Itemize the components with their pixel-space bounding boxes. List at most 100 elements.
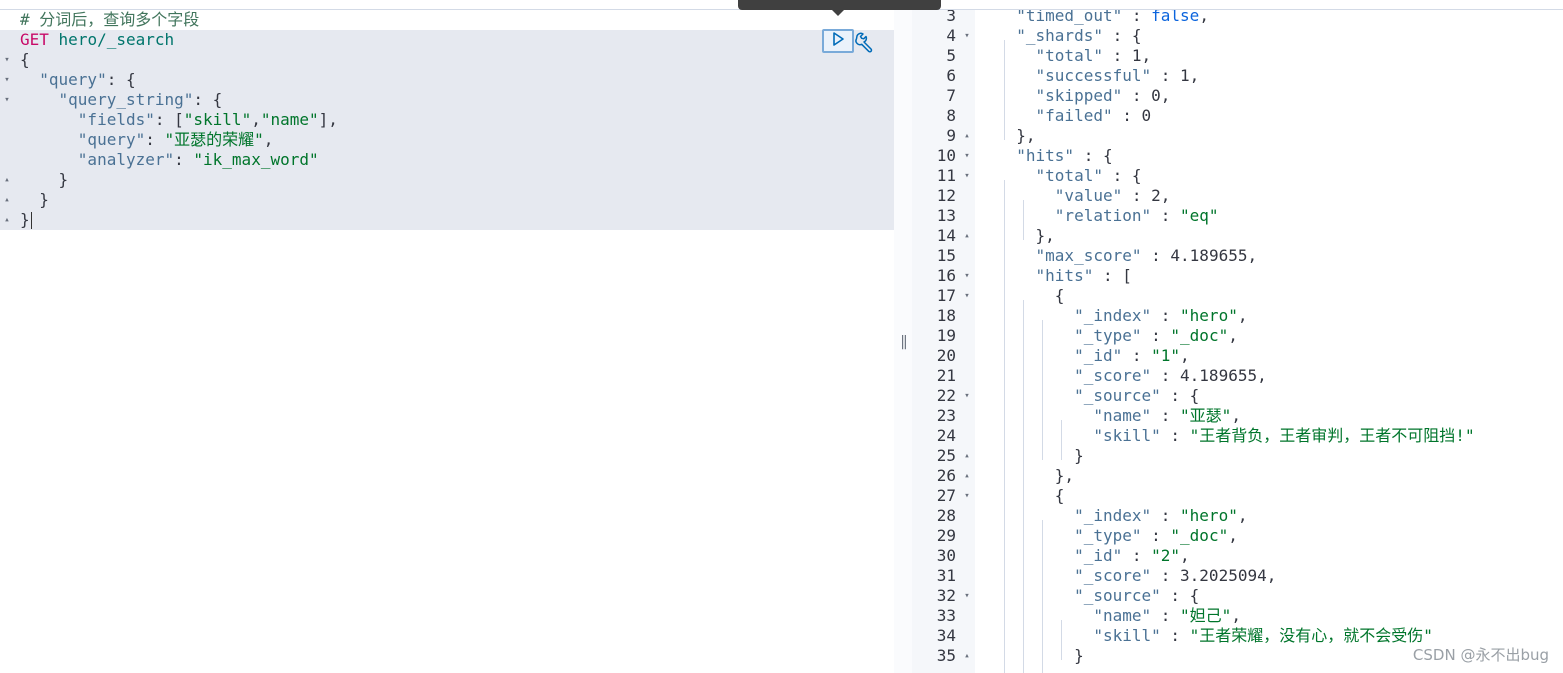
request-line[interactable]: ▾{ — [0, 50, 894, 70]
code-token-punc: , — [1231, 406, 1241, 425]
send-request-button[interactable] — [822, 29, 854, 53]
code-token-punc: } — [997, 446, 1084, 465]
code-token-key: "skill" — [1093, 626, 1161, 645]
code-token-punc: , — [1247, 246, 1258, 265]
code-token-punc: : — [1122, 346, 1152, 365]
line-code: "_type" : "_doc", — [997, 526, 1238, 546]
fold-toggle-icon[interactable]: ▴ — [2, 190, 12, 210]
line-number: 31 — [936, 566, 956, 585]
code-token-punc: { — [997, 486, 1065, 505]
code-token-punc: , — [1199, 10, 1209, 25]
code-token-punc: , — [1160, 186, 1171, 205]
request-options-button[interactable] — [853, 31, 875, 53]
code-token-punc: , — [251, 110, 261, 129]
code-token-punc — [20, 130, 78, 149]
request-line[interactable]: "query": "亚瑟的荣耀", — [0, 130, 894, 150]
code-token-punc: : { — [1102, 26, 1142, 45]
line-number: 11 — [936, 166, 956, 185]
fold-toggle-icon[interactable]: ▾ — [962, 266, 972, 286]
code-token-url: hero/_search — [58, 30, 175, 49]
code-token-punc: , — [1160, 86, 1171, 105]
response-line: 34 "skill" : "王者荣耀，没有心，就不会受伤" — [912, 626, 1563, 646]
fold-toggle-icon[interactable]: ▾ — [962, 146, 972, 166]
fold-toggle-icon[interactable]: ▾ — [962, 166, 972, 186]
line-code: "_source" : { — [997, 386, 1199, 406]
code-token-num: 3.2025094 — [1180, 566, 1267, 585]
code-token-punc: : [ — [154, 110, 184, 129]
code-token-punc: , — [1228, 326, 1238, 345]
fold-toggle-icon[interactable]: ▾ — [962, 286, 972, 306]
line-code: "name" : "亚瑟", — [997, 406, 1241, 426]
code-token-punc — [997, 626, 1093, 645]
request-line[interactable]: "fields": ["skill","name"], — [0, 110, 894, 130]
code-token-punc: , — [1141, 46, 1152, 65]
code-token-str: "妲己" — [1180, 606, 1232, 625]
code-token-punc: : { — [193, 90, 223, 109]
response-line: 27 ▾ { — [912, 486, 1563, 506]
code-token-punc — [997, 366, 1074, 385]
fold-toggle-icon[interactable]: ▴ — [2, 170, 12, 190]
fold-toggle-icon[interactable]: ▴ — [2, 210, 12, 230]
code-token-str: "eq" — [1180, 206, 1219, 225]
request-editor[interactable]: # 分词后，查询多个字段 GET hero/_search ▾{▾ "query":… — [0, 10, 894, 673]
code-token-punc: : — [1151, 506, 1181, 525]
line-number: 4 — [946, 26, 956, 45]
line-code: "max_score" : 4.189655, — [997, 246, 1258, 266]
line-number: 24 — [936, 426, 956, 445]
pane-resizer[interactable]: || — [894, 10, 912, 673]
fold-toggle-icon[interactable]: ▴ — [962, 446, 972, 466]
code-token-key: "_id" — [1074, 346, 1123, 365]
fold-toggle-icon[interactable]: ▴ — [962, 646, 972, 666]
code-token-punc: } — [997, 646, 1084, 665]
fold-toggle-icon[interactable]: ▴ — [962, 466, 972, 486]
line-code: "hits" : [ — [997, 266, 1132, 286]
line-code: "fields": ["skill","name"], — [20, 110, 338, 130]
fold-toggle-icon[interactable]: ▾ — [962, 486, 972, 506]
request-line[interactable]: GET hero/_search — [0, 30, 894, 50]
line-number: 35 — [936, 646, 956, 665]
fold-toggle-icon[interactable]: ▾ — [962, 586, 972, 606]
fold-toggle-icon[interactable]: ▾ — [2, 70, 12, 90]
response-line: 16 ▾ "hits" : [ — [912, 266, 1563, 286]
code-token-punc — [49, 30, 59, 49]
code-token-key: "name" — [1093, 606, 1152, 625]
response-viewer[interactable]: 3 "timed_out" : false, 4 ▾ "_shards" : {5 … — [912, 10, 1563, 673]
response-line: 15 "max_score" : 4.189655, — [912, 246, 1563, 266]
code-token-key: "query_string" — [58, 90, 194, 109]
code-token-punc: , — [1189, 66, 1200, 85]
line-code: } — [20, 210, 32, 230]
line-number: 3 — [946, 10, 956, 25]
code-token-punc: : — [1160, 426, 1190, 445]
line-code: { — [997, 286, 1065, 306]
request-line[interactable]: ▴} — [0, 210, 894, 230]
fold-toggle-icon[interactable]: ▾ — [2, 50, 12, 70]
code-token-punc — [997, 10, 1016, 25]
fold-toggle-icon[interactable]: ▾ — [962, 26, 972, 46]
request-line[interactable]: ▴ } — [0, 190, 894, 210]
response-line: 5 "total" : 1, — [912, 46, 1563, 66]
line-number: 30 — [936, 546, 956, 565]
fold-toggle-icon[interactable]: ▾ — [2, 90, 12, 110]
code-token-punc: : { — [106, 70, 136, 89]
request-line[interactable]: ▾ "query": { — [0, 70, 894, 90]
fold-toggle-icon[interactable]: ▴ — [962, 226, 972, 246]
request-line[interactable]: # 分词后，查询多个字段 — [0, 10, 894, 30]
fold-toggle-icon[interactable]: ▴ — [962, 126, 972, 146]
code-token-punc — [997, 306, 1074, 325]
fold-toggle-icon[interactable]: ▾ — [962, 386, 972, 406]
line-code: "value" : 2, — [997, 186, 1171, 206]
line-number: 26 — [936, 466, 956, 485]
request-line[interactable]: "analyzer": "ik_max_word" — [0, 150, 894, 170]
request-line[interactable]: ▾ "query_string": { — [0, 90, 894, 110]
code-token-key: "failed" — [1035, 106, 1113, 125]
request-line[interactable]: ▴ } — [0, 170, 894, 190]
code-token-str: "王者荣耀，没有心，就不会受伤" — [1189, 626, 1433, 645]
response-line: 12 "value" : 2, — [912, 186, 1563, 206]
code-token-punc: : — [1141, 246, 1171, 265]
code-token-punc — [997, 346, 1074, 365]
response-line: 6 "successful" : 1, — [912, 66, 1563, 86]
line-number: 34 — [936, 626, 956, 645]
line-number: 32 — [936, 586, 956, 605]
code-token-key: "_source" — [1074, 386, 1161, 405]
line-number: 5 — [946, 46, 956, 65]
